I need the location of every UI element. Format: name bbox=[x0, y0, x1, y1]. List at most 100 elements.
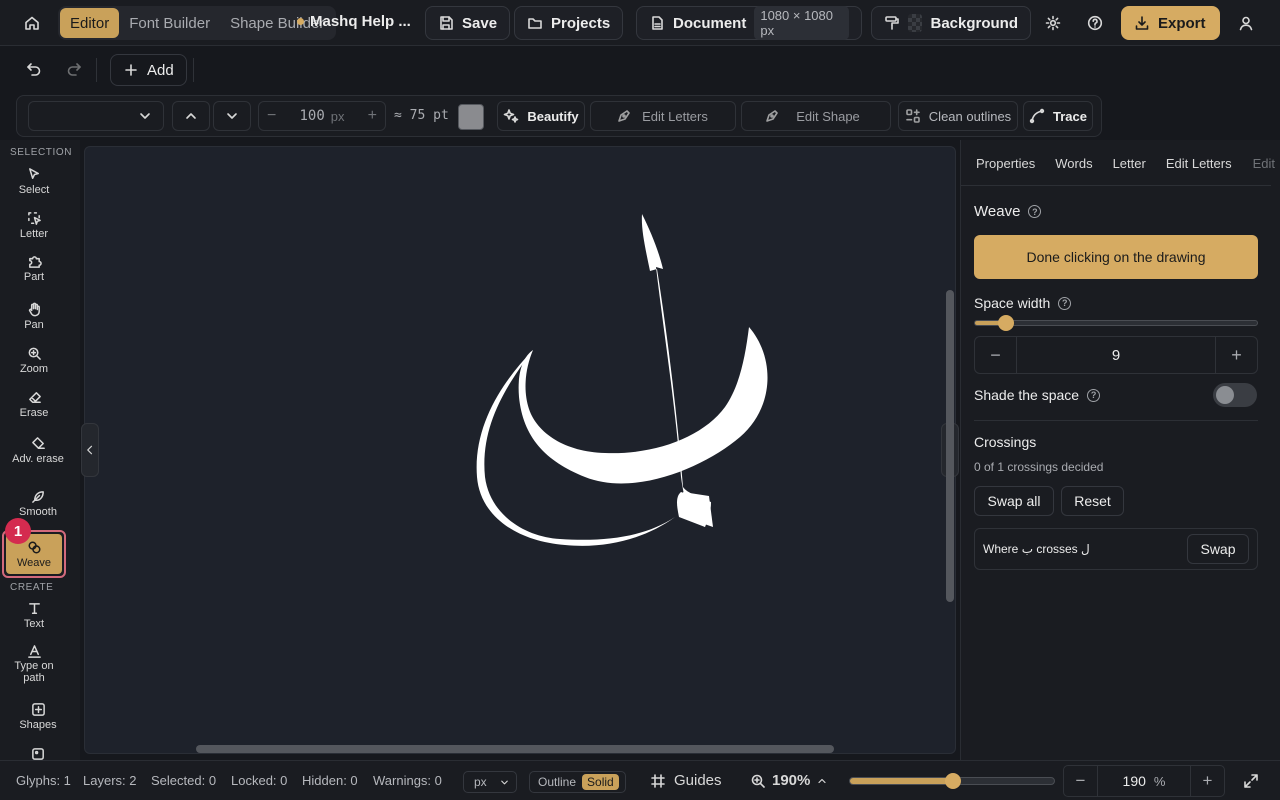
trace-label: Trace bbox=[1053, 108, 1087, 124]
trace-button[interactable]: Trace bbox=[1023, 101, 1093, 131]
font-size-value[interactable]: 100 bbox=[299, 108, 324, 124]
tool-erase[interactable]: Erase bbox=[0, 390, 68, 419]
tool-letter[interactable]: Letter bbox=[0, 211, 68, 240]
tab-edit-letters[interactable]: Edit Letters bbox=[1155, 150, 1241, 185]
font-size-decrease[interactable]: − bbox=[267, 107, 276, 125]
help-circle-icon[interactable]: ? bbox=[1058, 296, 1072, 310]
previous-font-button[interactable] bbox=[172, 101, 210, 131]
tool-smooth[interactable]: Smooth bbox=[4, 489, 72, 518]
unit-select[interactable]: px bbox=[463, 771, 517, 793]
zoom-value: 190 bbox=[1122, 773, 1146, 789]
divider bbox=[193, 58, 194, 82]
tab-properties[interactable]: Properties bbox=[961, 150, 1044, 185]
chevron-up-icon bbox=[183, 108, 199, 124]
tool-part[interactable]: Part bbox=[0, 254, 68, 283]
zoom-in-button[interactable]: + bbox=[1190, 766, 1224, 796]
tool-select-label: Select bbox=[18, 184, 50, 196]
settings-gear-icon[interactable] bbox=[1043, 13, 1063, 33]
zoom-slider-handle[interactable] bbox=[945, 773, 962, 789]
swap-crossing-button[interactable]: Swap bbox=[1187, 534, 1249, 564]
clean-grid-icon bbox=[905, 108, 921, 124]
divider bbox=[974, 420, 1258, 421]
guides-button[interactable]: Guides bbox=[650, 772, 722, 789]
horizontal-scrollbar[interactable] bbox=[196, 745, 834, 753]
status-hidden: Hidden: 0 bbox=[302, 773, 358, 788]
chevron-left-icon bbox=[84, 444, 96, 456]
feather-icon bbox=[31, 489, 46, 504]
space-width-value[interactable]: 9 bbox=[1016, 337, 1216, 373]
tool-pan[interactable]: Pan bbox=[0, 302, 68, 331]
undo-icon[interactable] bbox=[26, 61, 42, 77]
export-button[interactable]: Export bbox=[1121, 6, 1220, 40]
beautify-button[interactable]: Beautify bbox=[497, 101, 585, 131]
eraser-icon bbox=[27, 390, 42, 405]
space-width-label-text: Space width bbox=[974, 295, 1051, 311]
space-width-increase[interactable]: + bbox=[1216, 337, 1257, 373]
color-swatch[interactable] bbox=[458, 104, 484, 130]
render-solid-option[interactable]: Solid bbox=[582, 774, 619, 790]
edit-letters-button[interactable]: Edit Letters bbox=[590, 101, 736, 131]
render-outline-option[interactable]: Outline bbox=[538, 775, 576, 789]
tool-text[interactable]: Text bbox=[0, 601, 68, 630]
add-button[interactable]: Add bbox=[110, 54, 187, 86]
properties-panel: Properties Words Letter Edit Letters Edi… bbox=[960, 140, 1280, 760]
shade-space-label-text: Shade the space bbox=[974, 387, 1080, 403]
step-badge: 1 bbox=[5, 518, 31, 544]
zoom-slider-fill bbox=[850, 778, 954, 784]
vertical-scrollbar[interactable] bbox=[946, 290, 954, 602]
tab-edit[interactable]: Edit bbox=[1241, 150, 1280, 185]
tool-adv-erase[interactable]: Adv. erase bbox=[4, 436, 72, 465]
help-circle-icon[interactable]: ? bbox=[1028, 205, 1042, 218]
tool-type-on-path[interactable]: Type on path bbox=[0, 644, 68, 684]
fullscreen-icon[interactable] bbox=[1243, 773, 1259, 789]
reset-button[interactable]: Reset bbox=[1061, 486, 1124, 516]
zoom-slider[interactable] bbox=[849, 773, 1055, 789]
background-button[interactable]: Background bbox=[871, 6, 1031, 40]
glyph-ba bbox=[518, 327, 768, 484]
tool-image[interactable] bbox=[4, 746, 72, 761]
tool-sidebar: SELECTION Select Letter Part Pan Zoom Er… bbox=[0, 140, 80, 760]
collapse-left-panel-button[interactable] bbox=[81, 423, 99, 477]
text-t-icon bbox=[27, 601, 42, 616]
done-clicking-button[interactable]: Done clicking on the drawing bbox=[974, 235, 1258, 279]
unit-select-value: px bbox=[474, 775, 487, 789]
tool-shapes[interactable]: Shapes bbox=[4, 702, 72, 731]
type-on-path-icon bbox=[27, 644, 42, 659]
home-icon[interactable] bbox=[22, 13, 42, 33]
clean-outlines-button[interactable]: Clean outlines bbox=[898, 101, 1018, 131]
zoom-value-field[interactable]: 190 % bbox=[1098, 766, 1190, 796]
space-width-slider-handle[interactable] bbox=[998, 315, 1015, 331]
document-button[interactable]: Document 1080 × 1080 px bbox=[636, 6, 862, 40]
help-circle-icon[interactable]: ? bbox=[1087, 388, 1101, 402]
zoom-menu[interactable]: 190% bbox=[750, 772, 828, 789]
weave-title: Weave ? bbox=[974, 203, 1042, 220]
edit-shape-label: Edit Shape bbox=[796, 108, 860, 124]
save-button[interactable]: Save bbox=[425, 6, 511, 40]
help-icon[interactable] bbox=[1085, 13, 1105, 33]
clean-outlines-label: Clean outlines bbox=[928, 108, 1012, 124]
drawing-canvas[interactable] bbox=[84, 146, 956, 754]
tab-letter[interactable]: Letter bbox=[1102, 150, 1155, 185]
tool-select[interactable]: Select bbox=[0, 167, 68, 196]
redo-icon[interactable] bbox=[66, 61, 82, 77]
tool-zoom[interactable]: Zoom bbox=[0, 346, 68, 375]
font-select[interactable] bbox=[28, 101, 164, 131]
shade-space-toggle[interactable] bbox=[1213, 383, 1257, 407]
chevron-down-icon bbox=[137, 108, 153, 124]
save-label: Save bbox=[462, 14, 498, 32]
panel-tabs: Properties Words Letter Edit Letters Edi… bbox=[961, 150, 1275, 186]
zoom-out-button[interactable]: − bbox=[1064, 766, 1098, 796]
project-title[interactable]: Mashq Help ... bbox=[297, 13, 411, 30]
space-width-decrease[interactable]: − bbox=[975, 337, 1016, 373]
edit-shape-button[interactable]: Edit Shape bbox=[741, 101, 891, 131]
mode-editor[interactable]: Editor bbox=[60, 8, 120, 38]
next-font-button[interactable] bbox=[213, 101, 251, 131]
mode-font-builder[interactable]: Font Builder bbox=[119, 8, 220, 38]
font-size-increase[interactable]: + bbox=[368, 107, 377, 125]
space-width-slider[interactable] bbox=[974, 315, 1258, 331]
projects-button[interactable]: Projects bbox=[514, 6, 624, 40]
user-icon[interactable] bbox=[1236, 13, 1256, 33]
crossings-title: Crossings bbox=[974, 434, 1037, 450]
swap-all-button[interactable]: Swap all bbox=[974, 486, 1054, 516]
tab-words[interactable]: Words bbox=[1044, 150, 1101, 185]
